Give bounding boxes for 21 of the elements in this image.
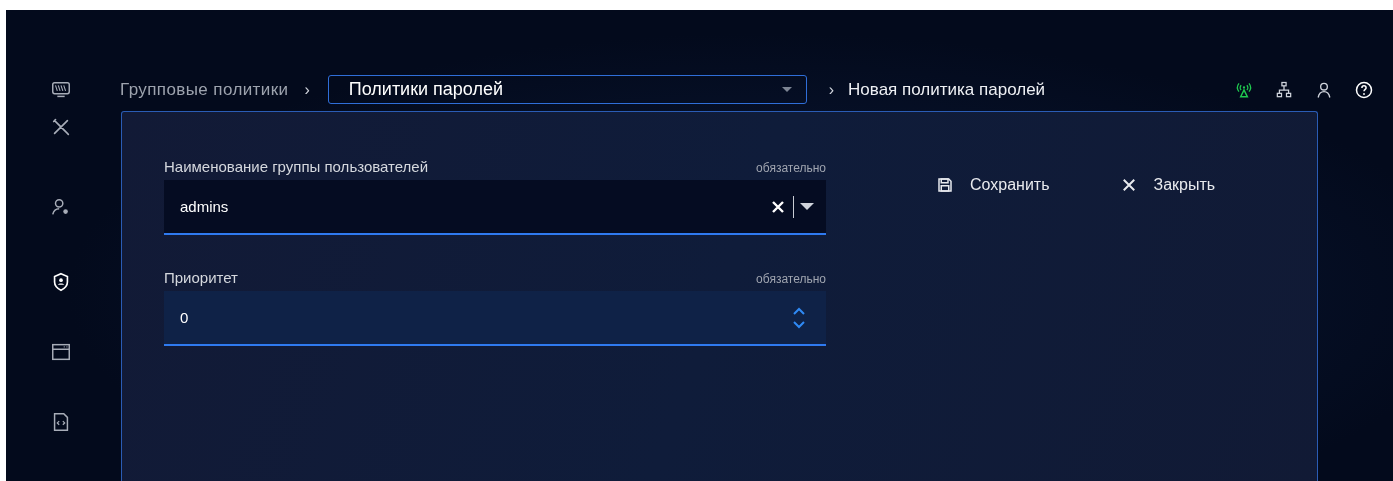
save-button[interactable]: Сохранить [936, 176, 1050, 194]
required-hint: обязательно [756, 161, 826, 175]
field-label: Наименование группы пользователей [164, 158, 429, 175]
network-icon[interactable] [1274, 79, 1294, 100]
group-combo-field[interactable]: admins [164, 180, 826, 235]
increment-icon[interactable] [792, 306, 806, 316]
close-button[interactable]: Закрыть [1119, 176, 1216, 194]
field-label: Приоритет [164, 269, 238, 286]
policy-dropdown[interactable]: Политики паролей [327, 75, 807, 104]
breadcrumb-link[interactable]: Групповые политики [120, 79, 289, 100]
breadcrumb-separator: › [304, 80, 310, 99]
required-hint: обязательно [756, 272, 826, 286]
breadcrumb-separator: › [828, 80, 835, 99]
breadcrumb-current: Новая политика паролей [848, 79, 1046, 100]
caret-icon [781, 87, 792, 92]
priority-spin-field[interactable]: 0 [164, 291, 826, 346]
help-icon[interactable] [1354, 79, 1374, 100]
dropdown-arrow-icon[interactable] [800, 203, 814, 210]
decrement-icon[interactable] [792, 319, 806, 329]
save-icon [936, 176, 954, 194]
clear-icon[interactable] [771, 199, 785, 214]
